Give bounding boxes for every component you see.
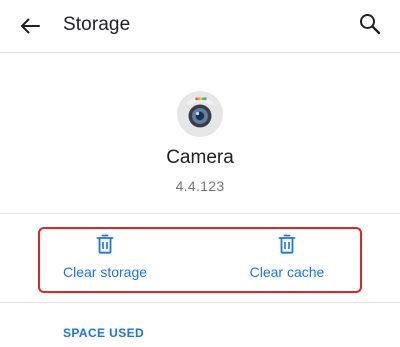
trash-icon [278, 234, 296, 254]
back-button[interactable] [14, 10, 46, 42]
space-used-header: SPACE USED [63, 326, 145, 340]
trash-icon [96, 234, 114, 254]
actions-divider [0, 302, 400, 303]
app-bar-divider [0, 52, 400, 53]
search-icon [360, 14, 381, 35]
app-version: 4.4.123 [175, 178, 225, 194]
clear-storage-label: Clear storage [62, 264, 148, 280]
storage-actions: Clear storage Clear cache [0, 215, 400, 301]
clear-cache-button[interactable]: Clear cache [222, 234, 352, 284]
header-divider [0, 213, 400, 214]
arrow-left-icon [21, 18, 40, 34]
camera-app-icon [177, 91, 223, 137]
page-title: Storage [63, 14, 131, 35]
app-name: Camera [166, 147, 234, 168]
app-bar: Storage [0, 0, 400, 52]
clear-cache-label: Clear cache [249, 264, 325, 280]
clear-storage-button[interactable]: Clear storage [40, 234, 170, 284]
app-info-header: Camera 4.4.123 [0, 57, 400, 213]
search-button[interactable] [354, 8, 386, 40]
